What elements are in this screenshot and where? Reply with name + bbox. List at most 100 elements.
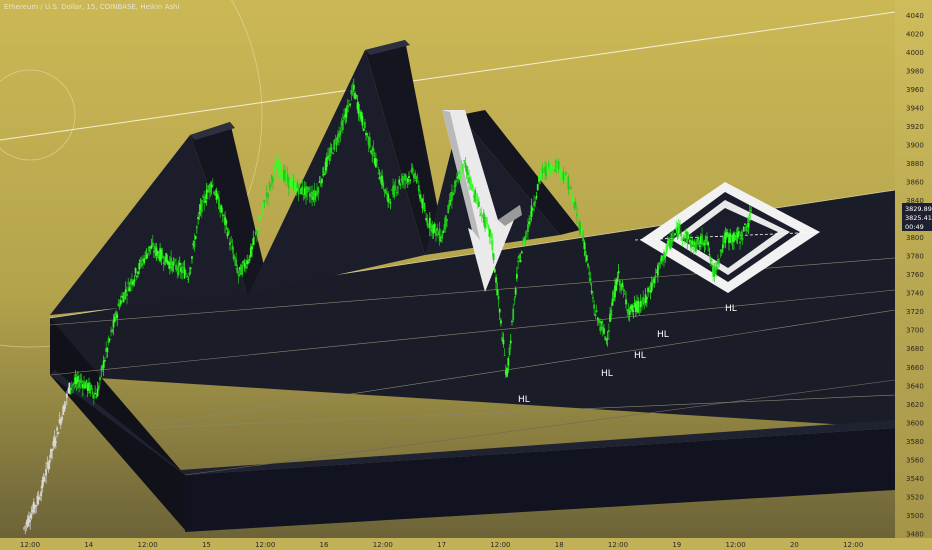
candle-body [143,258,146,264]
candle-body [534,201,537,203]
candle-body [741,237,744,240]
candle-body [108,338,111,340]
x-tick-label: 12:00 [490,541,510,549]
candle-body [622,290,625,292]
candle-body [598,319,600,324]
candle-body [23,527,25,529]
y-tick-label: 3760 [906,271,924,279]
candle-body [99,377,101,381]
y-tick-label: 3900 [906,141,924,149]
candle-body [737,231,740,236]
candle-body [637,301,640,313]
candle-body [539,173,542,180]
candle-body [119,300,122,304]
candle-body [216,195,219,199]
candle-body [237,274,240,276]
candle-body [191,256,193,259]
candle-body [48,460,51,463]
candle-body [725,232,728,236]
candle-body [691,240,694,245]
candle-body [69,388,72,390]
candle-body [658,263,661,266]
candle-body [118,303,121,308]
candle-body [137,271,139,275]
candle-body [503,355,506,356]
candle-body [292,181,295,183]
candle-body [653,278,656,283]
candle-body [560,167,562,175]
candle-body [127,282,130,284]
candle-body [351,90,354,92]
candle-body [582,236,585,242]
candle-body [138,263,141,270]
candle-body [463,160,466,162]
candle-body [132,281,135,285]
y-tick-label: 3700 [906,327,924,335]
candle-body [106,347,109,352]
candle-body [376,159,379,161]
candle-body [54,441,57,444]
candle-body [681,237,684,239]
last-price-label: 3829.89 [905,205,932,213]
candle-body [231,245,234,250]
candle-body [739,241,741,244]
y-tick-label: 3520 [906,493,924,501]
candle-body [703,243,706,246]
candle-body [424,209,426,211]
candle-body [750,210,752,211]
candle-body [656,265,659,276]
countdown-label: 00:49 [905,223,924,231]
candle-body [187,278,190,280]
candle-body [565,172,567,175]
time-axis-ticks: 12:00 14 12:00 15 12:00 16 12:00 17 12:00 18 12:00… [20,541,863,549]
candle-body [715,267,718,271]
candle-body [256,230,258,235]
candle-body [276,159,279,166]
candle-body [348,100,350,102]
candle-body [710,259,713,261]
candle-body [247,262,250,263]
candle-body [182,267,185,269]
candle-body [64,401,67,403]
candle-body [35,505,38,506]
candle-body [372,147,375,152]
y-tick-label: 3680 [906,345,924,353]
candle-body [592,297,594,299]
candle-body [497,295,500,300]
candle-body [90,385,93,390]
candle-body [382,182,385,188]
candle-body [462,163,464,172]
candle-body [28,516,30,523]
candle-body [235,259,238,267]
price-chart[interactable]: HL HL HL HL HL Ethereum / U.S. Dollar, 1… [0,0,932,550]
candle-body [742,226,745,232]
candle-body [487,225,490,230]
chart-container: HL HL HL HL HL Ethereum / U.S. Dollar, 1… [0,0,932,550]
candle-body [563,179,566,181]
candle-body [454,180,457,187]
candle-body [70,385,73,387]
candle-body [352,84,355,90]
candle-body [745,226,748,232]
candle-body [318,181,321,183]
candle-body [696,238,699,245]
candle-body [552,165,555,170]
hl-label-3: HL [634,351,646,361]
x-tick-label: 20 [790,541,799,549]
candle-body [24,525,27,527]
candle-body [625,299,627,305]
candle-body [335,143,338,145]
candle-body [436,227,439,231]
candle-body [588,272,591,275]
candle-body [236,268,239,273]
candle-body [525,232,528,234]
candle-body [416,177,419,179]
candle-body [628,310,631,316]
candle-body [104,360,106,362]
candle-body [140,263,143,266]
candle-body [377,173,380,175]
x-tick-label: 12:00 [138,541,158,549]
candle-body [274,163,277,165]
candle-body [603,328,605,334]
candle-body [146,252,149,255]
